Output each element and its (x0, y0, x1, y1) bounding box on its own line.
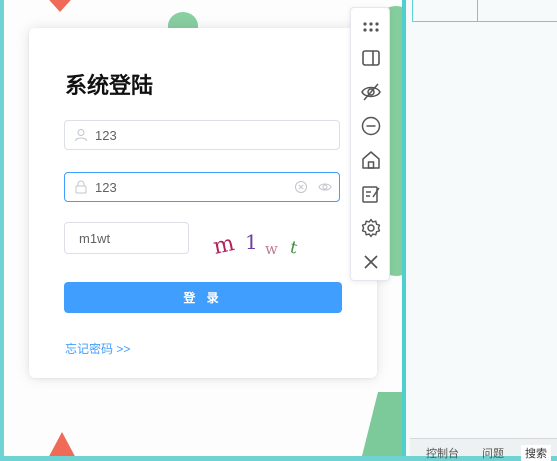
login-card: 系统登陆 m1wt 登 录 忘记密码 >> (29, 28, 377, 378)
captcha-image[interactable]: m1wt (213, 226, 313, 262)
split-panel-icon[interactable] (360, 47, 382, 69)
tab-search[interactable]: 搜索 (521, 445, 551, 461)
home-icon[interactable] (360, 149, 382, 171)
captcha-input[interactable] (79, 223, 179, 253)
login-page: 系统登陆 m1wt 登 录 忘记密码 >> (4, 0, 402, 456)
tab-console[interactable]: 控制台 (426, 445, 459, 461)
right-panel: 控制台 问题 搜索 (402, 0, 557, 461)
username-input[interactable] (95, 121, 285, 149)
clear-icon[interactable] (294, 180, 308, 194)
drag-handle-icon[interactable] (360, 16, 382, 38)
captcha-field[interactable] (64, 222, 189, 254)
captcha-char: 1 (245, 230, 258, 254)
minus-circle-icon[interactable] (360, 115, 382, 137)
eye-icon[interactable] (318, 180, 332, 194)
username-field[interactable] (64, 120, 340, 150)
password-field[interactable] (64, 172, 340, 202)
forgot-password-link[interactable]: 忘记密码 >> (65, 340, 130, 357)
decor-blob-bottom (358, 392, 402, 456)
password-input[interactable] (95, 173, 285, 201)
user-icon (74, 128, 88, 142)
captcha-char: m (213, 231, 237, 260)
login-title: 系统登陆 (65, 73, 154, 98)
devtools-tabbar: 控制台 问题 搜索 (410, 438, 557, 461)
login-button[interactable]: 登 录 (64, 282, 342, 313)
decor-triangle-top (42, 0, 78, 12)
lock-icon (74, 180, 88, 194)
decor-triangle-bottom (46, 432, 78, 456)
floating-toolbar (350, 7, 390, 281)
captcha-char: w (265, 240, 278, 258)
tab-issues[interactable]: 问题 (482, 445, 504, 461)
eye-off-icon[interactable] (360, 81, 382, 103)
close-icon[interactable] (360, 251, 382, 273)
gear-icon[interactable] (360, 217, 382, 239)
captcha-char: t (288, 237, 300, 258)
grid-header (412, 0, 557, 22)
edit-note-icon[interactable] (360, 183, 382, 205)
